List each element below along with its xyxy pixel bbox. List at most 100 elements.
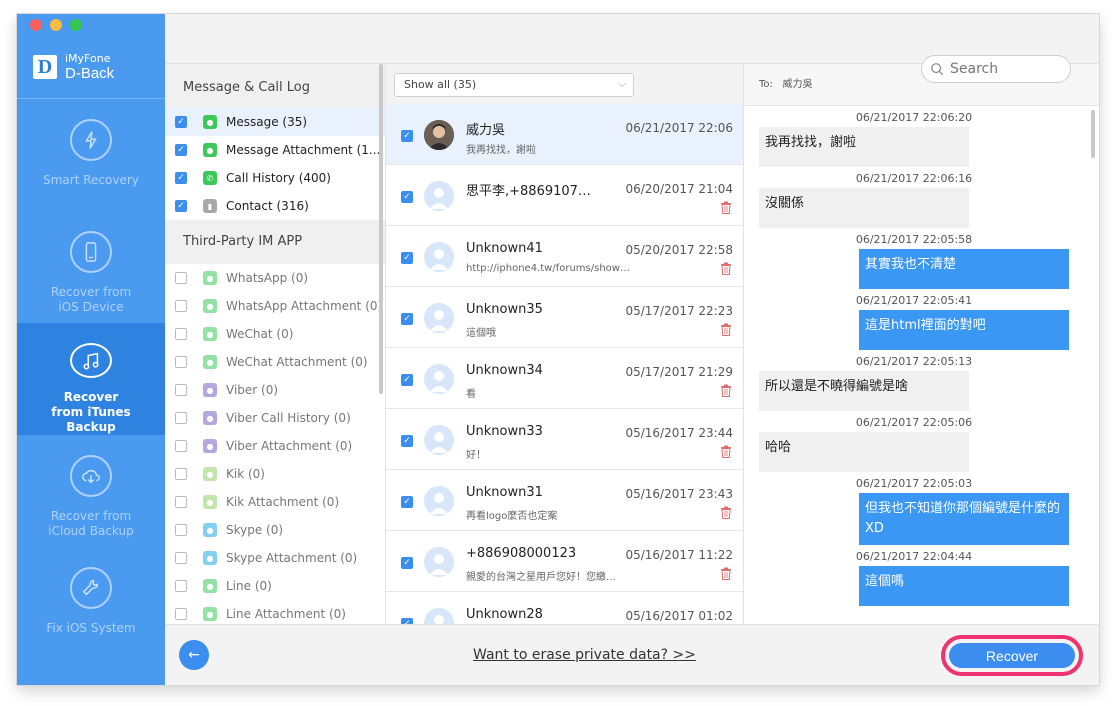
message-checkbox[interactable] [401, 496, 413, 508]
search-icon [931, 63, 944, 76]
message-checkbox[interactable] [401, 313, 413, 325]
person-avatar-icon [424, 364, 454, 394]
conversation-thread: 06/21/2017 22:06:20 我再找找，謝啦 06/21/2017 22:… [744, 106, 1084, 624]
message-thread-row[interactable]: Unknown41 05/20/2017 22:58 http://iphone4.… [386, 226, 743, 287]
category-checkbox[interactable] [175, 300, 187, 312]
category-checkbox[interactable] [175, 356, 187, 368]
category-label: Skype (0) [226, 523, 284, 537]
category-checkbox[interactable] [175, 272, 187, 284]
message-checkbox[interactable] [401, 435, 413, 447]
trash-icon[interactable] [720, 506, 732, 519]
category-item-im[interactable]: ● Skype (0) [165, 516, 385, 544]
sidebar: D iMyFone D-Back Smart Recovery Recover … [17, 14, 165, 685]
category-item-message-attachment[interactable]: ● Message Attachment (1... [165, 136, 385, 164]
search-input[interactable] [950, 61, 1060, 77]
category-checkbox[interactable] [175, 116, 187, 128]
sidebar-item-icloud-backup[interactable]: Recover from iCloud Backup [17, 435, 165, 547]
category-item-message[interactable]: ● Message (35) [165, 108, 385, 136]
sidebar-item-smart-recovery[interactable]: Smart Recovery [17, 99, 165, 211]
close-window-button[interactable] [30, 19, 42, 31]
category-checkbox[interactable] [175, 328, 187, 340]
category-checkbox[interactable] [175, 468, 187, 480]
lightning-recovery-icon [70, 119, 112, 161]
message-checkbox[interactable] [401, 374, 413, 386]
category-item-im[interactable]: ● Viber Attachment (0) [165, 432, 385, 460]
minimize-window-button[interactable] [50, 19, 62, 31]
kik-icon: ● [203, 467, 217, 481]
message-checkbox[interactable] [401, 557, 413, 569]
app-window: D iMyFone D-Back Smart Recovery Recover … [17, 14, 1099, 685]
brand-company: iMyFone [65, 52, 111, 65]
sidebar-item-fix-ios[interactable]: Fix iOS System [17, 547, 165, 659]
message-timestamp: 06/21/2017 22:05:03 [855, 477, 973, 490]
sidebar-item-label: Recover from iCloud Backup [48, 509, 134, 538]
category-checkbox[interactable] [175, 200, 187, 212]
back-button[interactable]: ← [179, 640, 209, 670]
category-item-im[interactable]: ● Viber (0) [165, 376, 385, 404]
category-checkbox[interactable] [175, 144, 187, 156]
category-item-im[interactable]: ● Kik (0) [165, 460, 385, 488]
category-checkbox[interactable] [175, 440, 187, 452]
message-date: 06/21/2017 22:06 [625, 121, 733, 135]
footer-bar: ← Want to erase private data? >> Recover [165, 624, 1099, 685]
message-timestamp: 06/21/2017 22:05:41 [855, 294, 973, 307]
filter-dropdown[interactable]: Show all (35) ⌵ [394, 73, 634, 97]
message-thread-row[interactable]: 威力吳 06/21/2017 22:06 我再找找，謝啦 [386, 104, 743, 165]
sidebar-item-itunes-backup[interactable]: Recover from iTunes Backup [17, 323, 165, 435]
message-contact-name: Unknown41 [466, 241, 543, 256]
message-thread-row[interactable]: Unknown33 05/16/2017 23:44 好！ [386, 409, 743, 470]
message-thread-row[interactable]: +886908000123 05/16/2017 11:22 親愛的台灣之星用戶您好… [386, 531, 743, 592]
trash-icon[interactable] [720, 567, 732, 580]
category-item-im[interactable]: ● Skype Attachment (0) [165, 544, 385, 572]
zoom-window-button[interactable] [70, 19, 82, 31]
category-label: Kik Attachment (0) [226, 495, 340, 509]
category-checkbox[interactable] [175, 412, 187, 424]
category-checkbox[interactable] [175, 496, 187, 508]
sidebar-item-label: Smart Recovery [43, 173, 139, 187]
brand-product: D-Back [65, 65, 115, 82]
message-checkbox[interactable] [401, 191, 413, 203]
recover-button[interactable]: Recover [949, 643, 1075, 668]
message-thread-row[interactable]: Unknown35 05/17/2017 22:23 這個哦 [386, 287, 743, 348]
category-item-im[interactable]: ● Kik Attachment (0) [165, 488, 385, 516]
music-note-icon [70, 343, 112, 378]
sidebar-item-ios-device[interactable]: Recover from iOS Device [17, 211, 165, 323]
category-item-im[interactable]: ● WhatsApp Attachment (0) [165, 292, 385, 320]
category-checkbox[interactable] [175, 172, 187, 184]
category-checkbox[interactable] [175, 552, 187, 564]
category-scrollbar[interactable] [379, 64, 383, 394]
recipient-label: To: [759, 79, 773, 90]
category-item-im[interactable]: ● Viber Call History (0) [165, 404, 385, 432]
trash-icon[interactable] [720, 384, 732, 397]
search-field[interactable] [921, 55, 1071, 83]
category-item-im[interactable]: ● WeChat (0) [165, 320, 385, 348]
message-thread-row[interactable]: Unknown28 05/16/2017 01:02 [386, 592, 743, 624]
category-item-contact[interactable]: ▮ Contact (316) [165, 192, 385, 220]
trash-icon[interactable] [720, 262, 732, 275]
category-item-im[interactable]: ● Line (0) [165, 572, 385, 600]
incoming-message-bubble: 所以還是不曉得編號是啥 [759, 371, 969, 411]
message-timestamp: 06/21/2017 22:04:44 [855, 550, 973, 563]
erase-private-data-link[interactable]: Want to erase private data? >> [473, 647, 696, 663]
category-checkbox[interactable] [175, 524, 187, 536]
conversation-scrollbar[interactable] [1091, 110, 1095, 158]
message-date: 05/17/2017 22:23 [625, 304, 733, 318]
category-label: WhatsApp (0) [226, 271, 309, 285]
message-checkbox[interactable] [401, 130, 413, 142]
message-thread-row[interactable]: Unknown34 05/17/2017 21:29 看 [386, 348, 743, 409]
category-item-im[interactable]: ● WhatsApp (0) [165, 264, 385, 292]
category-checkbox[interactable] [175, 580, 187, 592]
trash-icon[interactable] [720, 323, 732, 336]
category-item-call-history[interactable]: ✆ Call History (400) [165, 164, 385, 192]
message-thread-row[interactable]: 思平李,+8869107… 06/20/2017 21:04 [386, 165, 743, 226]
trash-icon[interactable] [720, 445, 732, 458]
trash-icon[interactable] [720, 201, 732, 214]
outgoing-message-bubble: 這是html裡面的對吧 [859, 310, 1069, 350]
category-checkbox[interactable] [175, 384, 187, 396]
category-item-im[interactable]: ● Line Attachment (0) [165, 600, 385, 624]
category-checkbox[interactable] [175, 608, 187, 620]
category-item-im[interactable]: ● WeChat Attachment (0) [165, 348, 385, 376]
message-thread-row[interactable]: Unknown31 05/16/2017 23:43 再看logo麼否也定案 [386, 470, 743, 531]
person-avatar-icon [424, 486, 454, 516]
message-checkbox[interactable] [401, 252, 413, 264]
